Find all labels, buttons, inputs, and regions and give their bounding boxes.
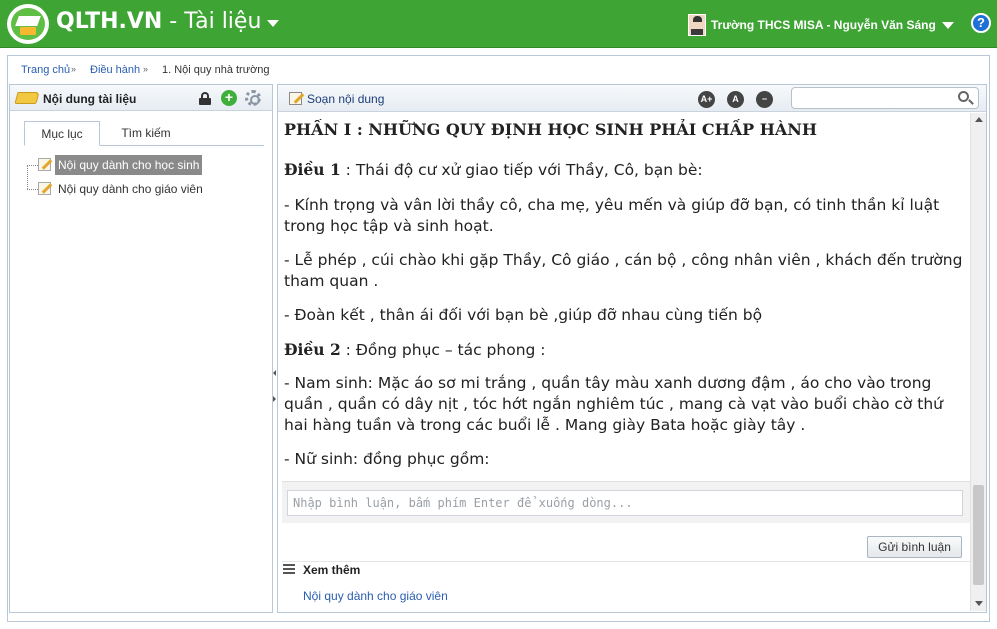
- gear-icon[interactable]: [245, 90, 261, 106]
- graduation-cap-icon: [15, 16, 41, 26]
- breadcrumb-management[interactable]: Điều hành: [90, 64, 140, 76]
- logo-icon[interactable]: [7, 4, 49, 44]
- paragraph-text: : Đồng phục – tác phong :: [340, 341, 546, 359]
- tab-table-of-contents[interactable]: Mục lục: [24, 121, 100, 146]
- content-search-box: [791, 87, 979, 109]
- send-comment-button[interactable]: Gửi bình luận: [867, 536, 962, 558]
- content-search-input[interactable]: [796, 90, 946, 106]
- help-icon[interactable]: ?: [971, 13, 991, 33]
- scroll-down-icon[interactable]: [975, 601, 983, 606]
- breadcrumb-current: 1. Nội quy nhà trường: [162, 64, 270, 76]
- content-scrollbar[interactable]: [970, 113, 986, 611]
- paragraph-text: - Kính trọng và vân lời thầy cô, cha mẹ,…: [284, 196, 940, 235]
- tab-bar: Mục lục Tìm kiếm: [24, 121, 264, 146]
- user-dropdown-icon[interactable]: [942, 22, 954, 29]
- content-panel: Soạn nội dung A+ A − PHẦN I : NHỮNG QUY …: [277, 84, 987, 613]
- content-header: Soạn nội dung A+ A −: [278, 85, 986, 112]
- list-icon-bar: [283, 568, 295, 570]
- user-name[interactable]: Trường THCS MISA - Nguyễn Văn Sáng: [711, 18, 936, 32]
- font-decrease-button[interactable]: −: [756, 91, 773, 108]
- list-icon: [283, 563, 295, 575]
- breadcrumb-separator: »: [71, 64, 77, 74]
- document-content: PHẦN I : NHỮNG QUY ĐỊNH HỌC SINH PHẢI CH…: [284, 119, 964, 475]
- tree-item-label: Nội quy dành cho học sinh: [55, 155, 203, 175]
- tree-item-label: Nội quy dành cho giáo viên: [58, 182, 203, 196]
- brand-module: Tài liệu: [184, 9, 262, 34]
- breadcrumb-separator: »: [143, 64, 149, 74]
- see-more-title: Xem thêm: [303, 563, 361, 577]
- search-icon[interactable]: [958, 91, 969, 102]
- paragraph-text: : Thái độ cư xử giao tiếp với Thầy, Cô, …: [340, 161, 703, 179]
- tree-connector: [27, 165, 28, 189]
- panel-title: Nội dung tài liệu: [43, 92, 137, 106]
- edit-content-icon[interactable]: [289, 92, 302, 105]
- book-icon: [20, 27, 36, 35]
- scroll-up-icon[interactable]: [975, 117, 983, 122]
- document-tree: Nội quy dành cho học sinh Nội quy dành c…: [24, 155, 264, 215]
- see-more-divider: [282, 561, 972, 562]
- module-dropdown-icon[interactable]: [267, 20, 279, 27]
- document-paragraph: Điều 2 : Đồng phục – tác phong :: [284, 339, 964, 361]
- document-tree-panel: Nội dung tài liệu + Mục lục Tìm kiếm Nội…: [9, 84, 273, 613]
- breadcrumb-home[interactable]: Trang chủ: [21, 64, 70, 76]
- article-label: Điều 1: [284, 160, 341, 179]
- list-icon-bar: [283, 564, 295, 566]
- tree-connector: [27, 189, 38, 190]
- document-paragraph: - Kính trọng và vân lời thầy cô, cha mẹ,…: [284, 195, 964, 237]
- document-paragraph: Điều 1 : Thái độ cư xử giao tiếp với Thầ…: [284, 159, 964, 181]
- panel-header: Nội dung tài liệu +: [10, 85, 272, 111]
- panel-splitter[interactable]: [273, 366, 276, 406]
- tab-search[interactable]: Tìm kiếm: [106, 121, 186, 146]
- font-reset-button[interactable]: A: [727, 91, 744, 108]
- paragraph-text: - Nữ sinh: đồng phục gồm:: [284, 450, 490, 468]
- paragraph-text: - Lễ phép , cúi chào khi gặp Thầy, Cô gi…: [284, 251, 963, 290]
- logo-inner: [11, 8, 45, 40]
- document-paragraph: - Đoàn kết , thân ái đối với bạn bè ,giú…: [284, 305, 964, 326]
- brand-name: QLTH.VN: [56, 9, 163, 34]
- document-paragraph: - Nam sinh: Mặc áo sơ mi trắng , quần tâ…: [284, 373, 964, 436]
- font-increase-button[interactable]: A+: [698, 91, 715, 108]
- comment-area: Nhập bình luận, bấm phím Enter để xuống …: [282, 481, 972, 523]
- document-paragraph: - Lễ phép , cúi chào khi gặp Thầy, Cô gi…: [284, 250, 964, 292]
- brand-title[interactable]: QLTH.VN - Tài liệu: [56, 9, 261, 34]
- scroll-thumb[interactable]: [973, 485, 984, 585]
- article-label: Điều 2: [284, 340, 341, 359]
- document-edit-icon: [38, 158, 51, 171]
- document-paragraph: - Nữ sinh: đồng phục gồm:: [284, 449, 964, 470]
- tree-connector: [27, 165, 38, 166]
- brand-separator: -: [162, 9, 185, 34]
- add-icon[interactable]: +: [221, 90, 237, 106]
- user-avatar[interactable]: [688, 14, 706, 36]
- edit-content-link[interactable]: Soạn nội dung: [307, 92, 384, 106]
- document-edit-icon: [38, 182, 51, 195]
- document-heading: PHẦN I : NHỮNG QUY ĐỊNH HỌC SINH PHẢI CH…: [284, 120, 817, 139]
- folder-icon: [14, 92, 40, 104]
- lock-body: [199, 98, 211, 105]
- list-icon-bar: [283, 572, 295, 574]
- paragraph-text: - Đoàn kết , thân ái đối với bạn bè ,giú…: [284, 306, 763, 324]
- top-bar: QLTH.VN - Tài liệu Trường THCS MISA - Ng…: [0, 0, 997, 48]
- paragraph-text: - Nam sinh: Mặc áo sơ mi trắng , quần tâ…: [284, 374, 944, 434]
- related-document-link[interactable]: Nội quy dành cho giáo viên: [303, 589, 448, 603]
- lock-icon[interactable]: [199, 92, 211, 105]
- comment-input[interactable]: Nhập bình luận, bấm phím Enter để xuống …: [287, 490, 963, 516]
